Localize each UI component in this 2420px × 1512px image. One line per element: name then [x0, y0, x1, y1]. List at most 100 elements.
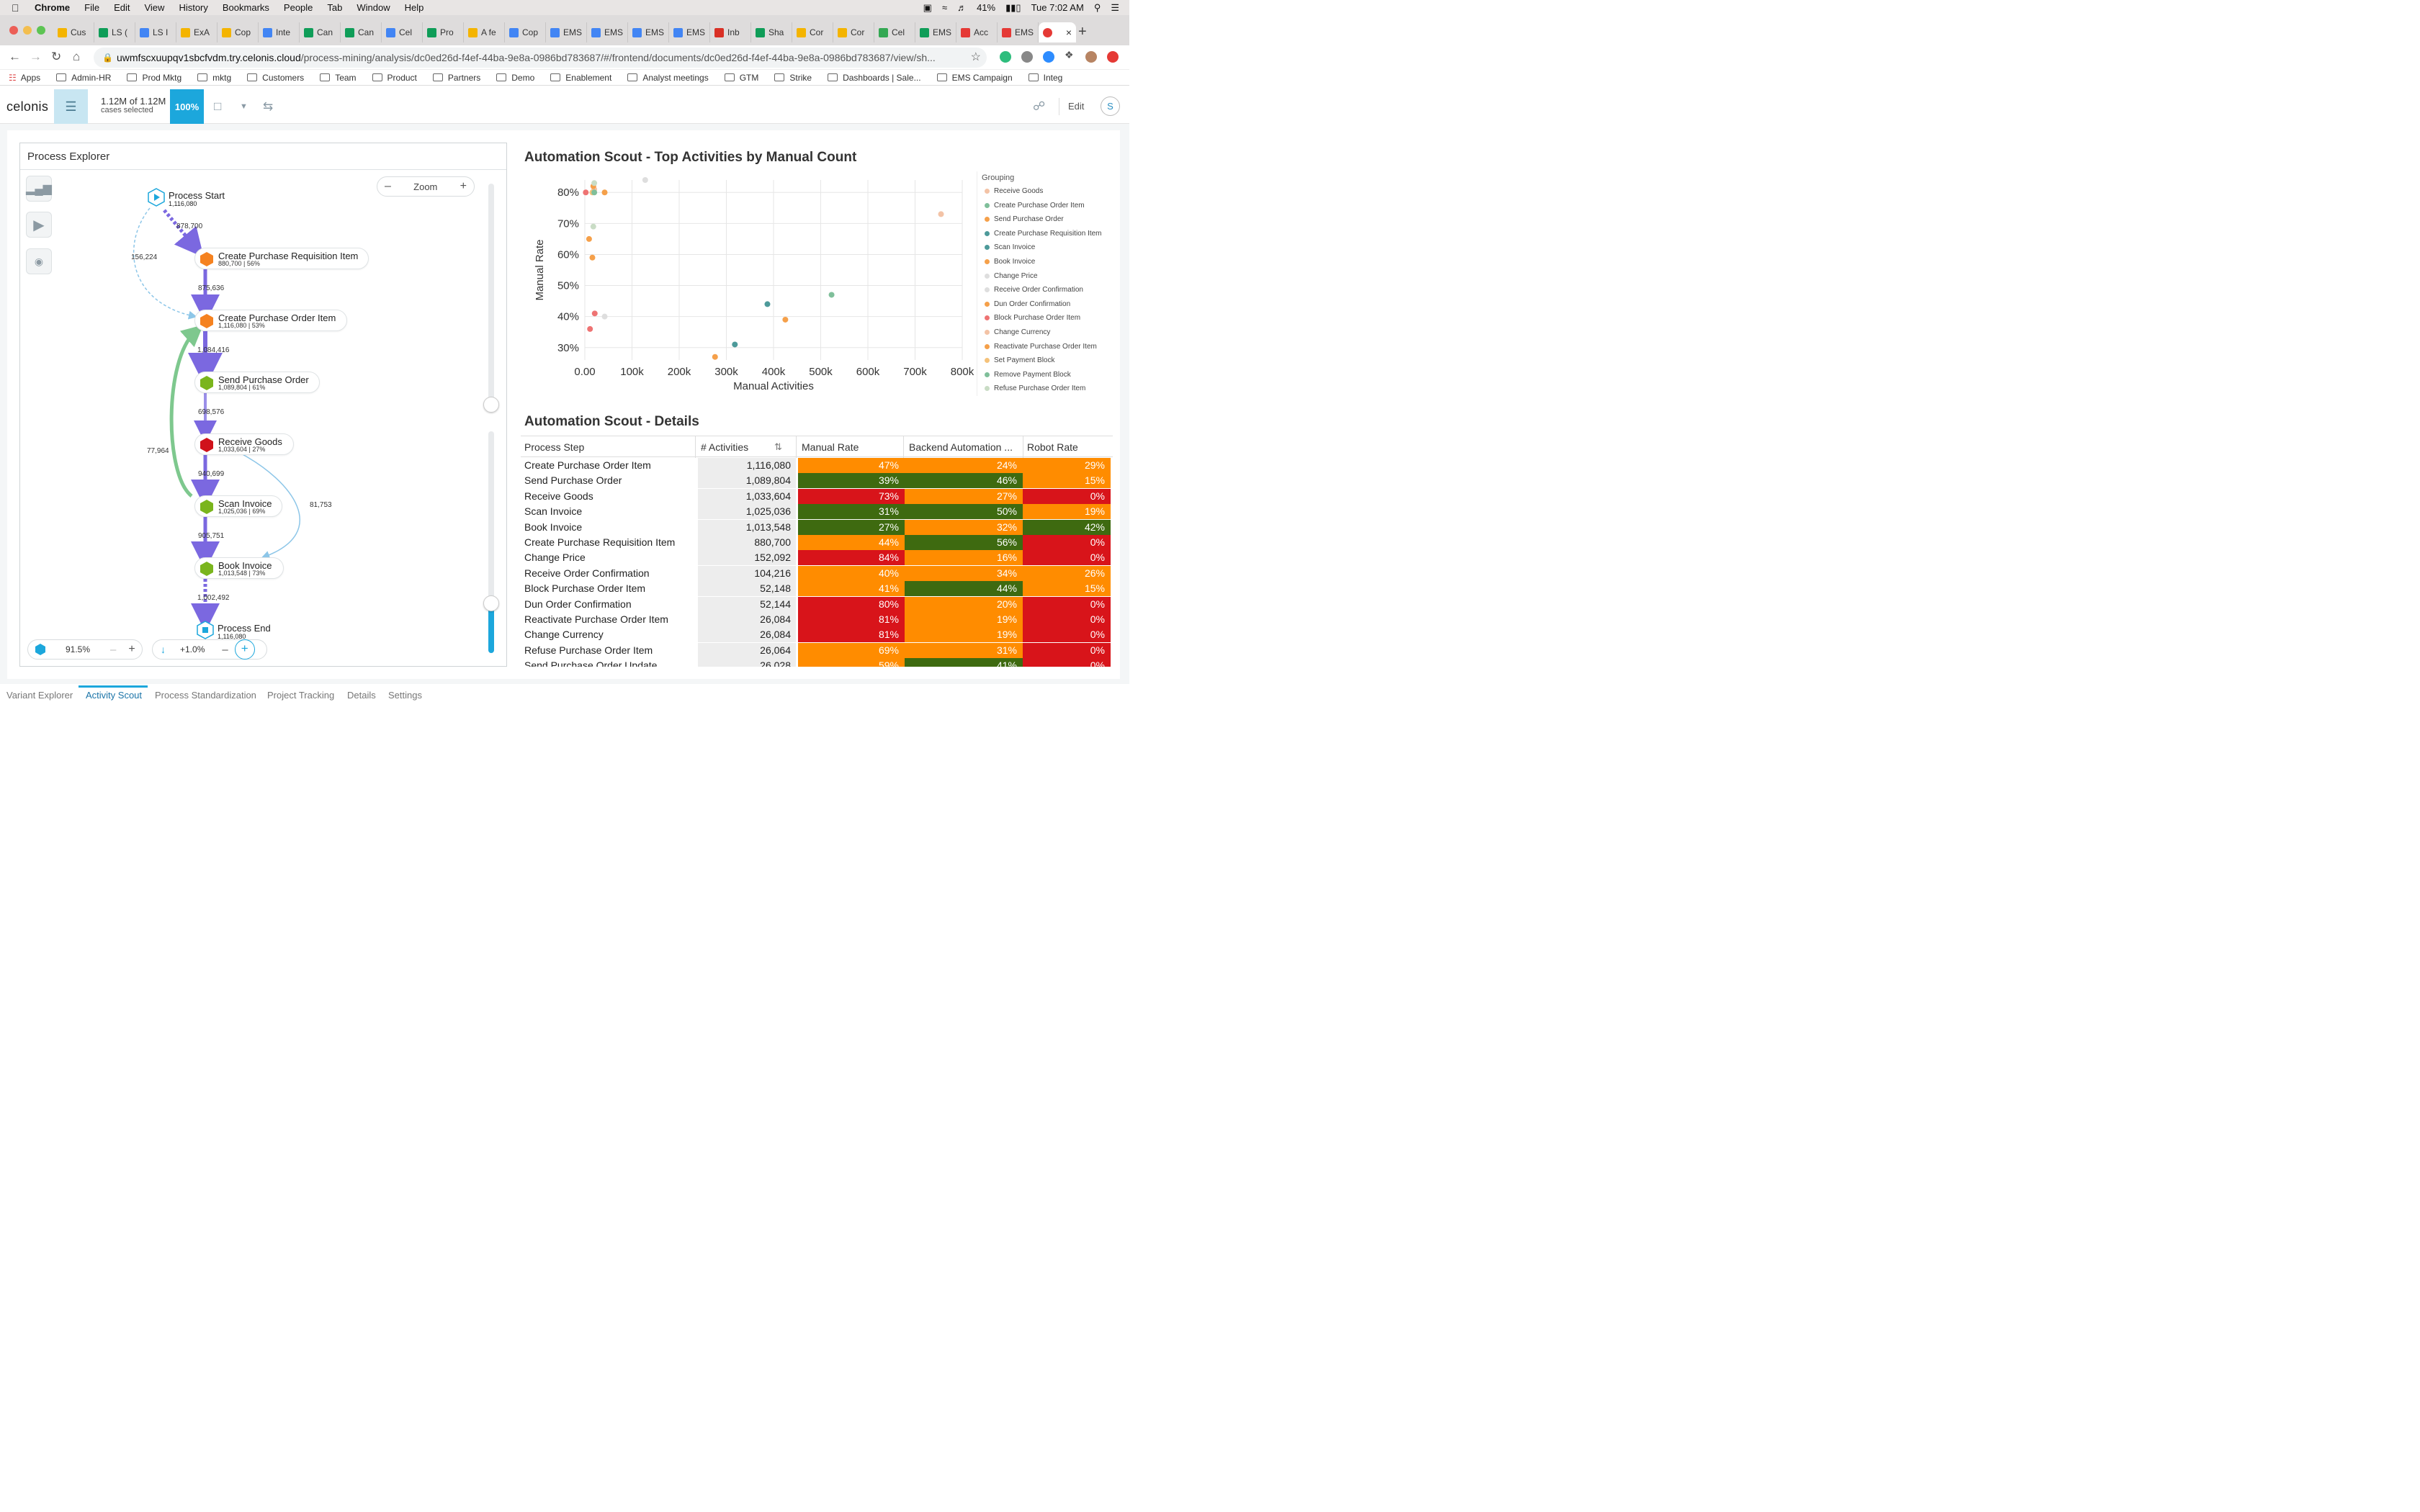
legend-item[interactable]: Create Purchase Order Item — [985, 202, 1085, 210]
zoom-extension-icon[interactable] — [1043, 51, 1054, 63]
legend-item[interactable]: Set Payment Block — [985, 356, 1054, 364]
browser-tab[interactable]: Cus — [53, 22, 94, 42]
data-point[interactable] — [732, 341, 738, 348]
menu-window[interactable]: Window — [357, 2, 390, 13]
new-tab-button[interactable]: + — [1078, 24, 1087, 40]
table-row[interactable]: Scan Invoice 1,025,036 31% 50% 19% — [521, 504, 1113, 520]
browser-tab[interactable]: Cel — [382, 22, 423, 42]
back-icon[interactable]: ← — [9, 50, 21, 64]
table-row[interactable]: Refuse Purchase Order Item 26,064 69% 31% 0% — [521, 642, 1113, 659]
data-point[interactable] — [642, 177, 648, 183]
table-row[interactable]: Receive Goods 1,033,604 73% 27% 0% — [521, 488, 1113, 505]
apple-icon[interactable]:  — [12, 2, 24, 14]
data-point[interactable] — [782, 316, 789, 323]
control-center-icon[interactable]: ☰ — [1111, 2, 1119, 14]
tab-settings[interactable]: Settings — [388, 690, 422, 701]
battery-icon[interactable]: ▮▮▯ — [1005, 2, 1021, 14]
address-bar[interactable]: 🔒 uwmfscxuupqv1sbcfvdm.try.celonis.cloud… — [94, 48, 987, 68]
data-point[interactable] — [601, 189, 608, 196]
legend-item[interactable]: Create Purchase Requisition Item — [985, 230, 1102, 238]
bookmark-item[interactable]: Partners — [432, 73, 480, 83]
browser-tab[interactable]: Can — [341, 22, 382, 42]
user-avatar[interactable]: S — [1101, 96, 1120, 116]
cases-selected[interactable]: 1.12M of 1.12M cases selected — [101, 96, 166, 115]
activity-increase-button[interactable]: + — [128, 643, 135, 656]
activity-node[interactable]: Book Invoice 1,013,548 | 73% — [194, 557, 284, 579]
forward-icon[interactable]: → — [30, 50, 42, 64]
table-row[interactable]: Change Currency 26,084 81% 19% 0% — [521, 627, 1113, 643]
bookmark-item[interactable]: mktg — [197, 73, 231, 83]
browser-tab[interactable]: Cop — [505, 22, 546, 42]
column-header-robot-rate[interactable]: Robot Rate — [1027, 441, 1078, 453]
data-point[interactable] — [586, 235, 592, 242]
update-icon[interactable] — [1107, 51, 1119, 63]
bookmark-item[interactable]: Integ — [1028, 73, 1062, 83]
menu-view[interactable]: View — [144, 2, 164, 13]
browser-tab[interactable]: LS ( — [94, 22, 135, 42]
browser-tab[interactable]: Inb — [710, 22, 751, 42]
column-header-process-step[interactable]: Process Step — [524, 441, 584, 453]
legend-item[interactable]: Change Price — [985, 272, 1038, 280]
menu-bookmarks[interactable]: Bookmarks — [223, 2, 269, 13]
browser-tab[interactable]: Cor — [833, 22, 874, 42]
browser-tab[interactable]: ExA — [176, 22, 218, 42]
browser-tab[interactable]: Acc — [956, 22, 998, 42]
legend-item[interactable]: Receive Goods — [985, 187, 1043, 195]
menu-people[interactable]: People — [284, 2, 313, 13]
connection-increase-button[interactable]: + — [234, 639, 255, 660]
grammarly-extension-icon[interactable] — [1000, 51, 1011, 63]
legend-item[interactable]: Send Purchase Order — [985, 215, 1064, 223]
bookmark-item[interactable]: Enablement — [550, 73, 611, 83]
data-point[interactable] — [591, 189, 598, 196]
data-point[interactable] — [764, 301, 771, 307]
menu-help[interactable]: Help — [405, 2, 424, 13]
table-row[interactable]: Change Price 152,092 84% 16% 0% — [521, 550, 1113, 566]
legend-item[interactable]: Scan Invoice — [985, 243, 1035, 251]
data-point[interactable] — [590, 223, 596, 230]
browser-tab[interactable]: EMS — [587, 22, 628, 42]
activities-slider-handle[interactable] — [483, 397, 499, 413]
extension-icon[interactable] — [1021, 51, 1033, 63]
browser-tab[interactable]: Cor — [792, 22, 833, 42]
connections-slider-track[interactable] — [488, 431, 494, 653]
bookmark-item[interactable]: EMS Campaign — [936, 73, 1013, 83]
bookmark-item[interactable]: Team — [320, 73, 357, 83]
activity-node[interactable]: Scan Invoice 1,025,036 | 69% — [194, 495, 282, 517]
menu-file[interactable]: File — [84, 2, 99, 13]
tab-activity-scout[interactable]: Activity Scout — [86, 690, 142, 701]
sort-descending-icon[interactable]: ⇅ — [774, 441, 782, 453]
close-tab-icon[interactable]: × — [1066, 27, 1072, 38]
connection-decrease-button[interactable]: – — [222, 644, 228, 656]
reload-icon[interactable]: ↻ — [51, 50, 61, 64]
activity-node[interactable]: Create Purchase Order Item 1,116,080 | 5… — [194, 310, 347, 331]
wifi-icon[interactable]: ≈ — [942, 2, 947, 13]
spotlight-search-icon[interactable]: ⚲ — [1094, 2, 1101, 14]
column-header-backend-automation[interactable]: Backend Automation ... — [909, 441, 1023, 453]
chevron-down-icon[interactable]: ▼ — [240, 102, 248, 111]
selection-crop-icon[interactable]: □ — [214, 99, 221, 114]
table-row[interactable]: Reactivate Purchase Order Item 26,084 81% 1… — [521, 612, 1113, 628]
clock[interactable]: Tue 7:02 AM — [1031, 2, 1084, 13]
data-point[interactable] — [583, 189, 589, 196]
close-window-button[interactable] — [9, 26, 18, 35]
table-row[interactable]: Create Purchase Order Item 1,116,080 47% 24… — [521, 458, 1113, 474]
data-point[interactable] — [938, 211, 944, 217]
data-point[interactable] — [828, 292, 835, 298]
bookmark-item[interactable]: Demo — [496, 73, 534, 83]
video-icon[interactable]: ▣ — [923, 2, 932, 14]
browser-tab[interactable]: EMS — [546, 22, 587, 42]
profile-avatar[interactable] — [1085, 51, 1097, 63]
menu-hamburger-icon[interactable]: ☰ — [54, 89, 88, 124]
legend-item[interactable]: Reactivate Purchase Order Item — [985, 343, 1097, 351]
zoom-window-button[interactable] — [37, 26, 45, 35]
menu-edit[interactable]: Edit — [114, 2, 130, 13]
menu-tab[interactable]: Tab — [327, 2, 342, 13]
table-row[interactable]: Dun Order Confirmation 52,144 80% 20% 0% — [521, 596, 1113, 612]
browser-tab[interactable]: Cel — [874, 22, 915, 42]
activities-slider-track[interactable] — [488, 184, 494, 407]
table-row[interactable]: Block Purchase Order Item 52,148 41% 44% 15% — [521, 581, 1113, 597]
browser-tab[interactable]: A fe — [464, 22, 505, 42]
browser-tab[interactable]: LS I — [135, 22, 176, 42]
table-row[interactable]: Book Invoice 1,013,548 27% 32% 42% — [521, 519, 1113, 535]
browser-tab[interactable]: Can — [300, 22, 341, 42]
